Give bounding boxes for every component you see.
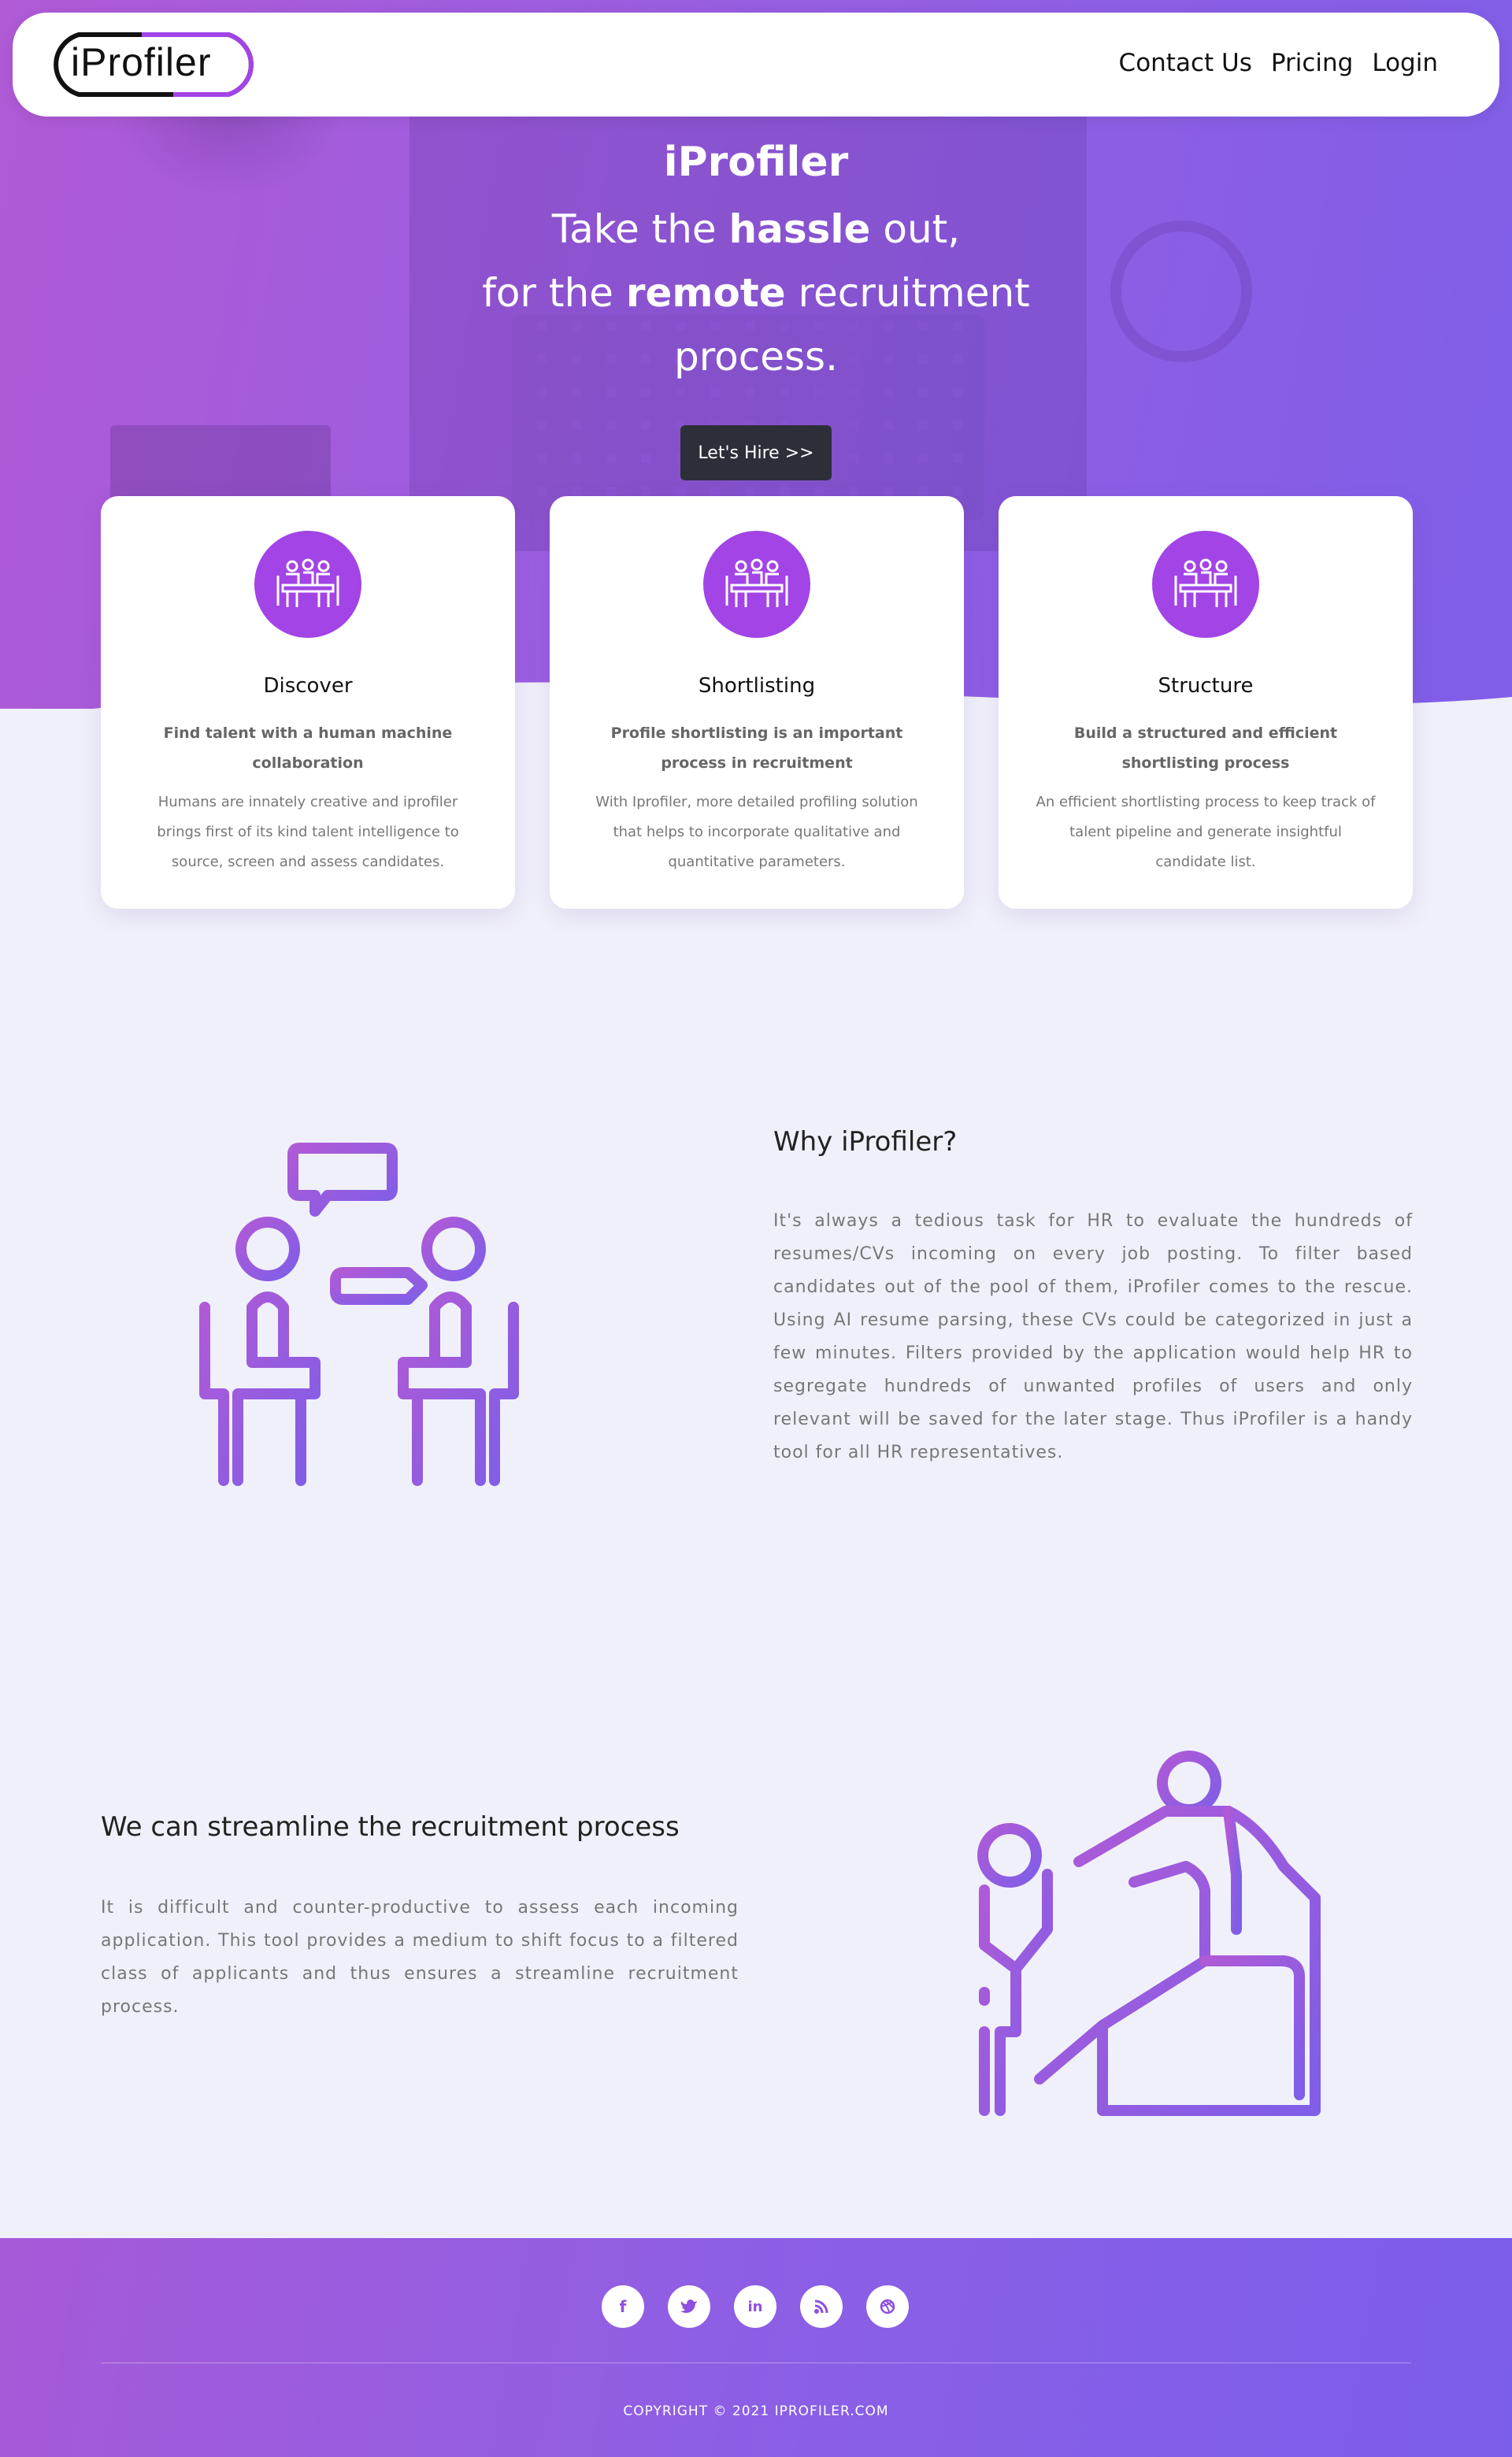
streamline-title: We can streamline the recruitment proces… xyxy=(101,1811,680,1843)
card-title: Discover xyxy=(263,674,353,698)
hero-tagline-1: Take the hassle out, xyxy=(551,206,961,252)
linkedin-icon[interactable]: in xyxy=(734,2285,776,2328)
nav-pricing-link[interactable]: Pricing xyxy=(1271,49,1354,77)
card-description: With Iprofiler, more detailed profiling … xyxy=(595,794,918,870)
footer: f in COPYRIGHT © 2021 IPROFILER.COM xyxy=(0,2238,1512,2457)
copyright-text: COPYRIGHT © 2021 IPROFILER.COM xyxy=(623,2403,889,2419)
nav-contact-link[interactable]: Contact Us xyxy=(1119,49,1252,77)
helping-climb-illustration-icon xyxy=(977,1751,1321,2116)
card-title: Shortlisting xyxy=(698,674,816,698)
hero-title: iProfiler xyxy=(663,139,849,186)
card-subtitle: Find talent with a human machine collabo… xyxy=(163,724,453,772)
footer-divider xyxy=(101,2362,1411,2363)
hero-tagline-3: process. xyxy=(673,334,839,380)
meeting-icon xyxy=(1152,531,1259,638)
dribbble-icon[interactable] xyxy=(866,2285,909,2328)
lets-hire-button[interactable]: Let's Hire >> xyxy=(680,425,832,480)
rss-icon[interactable] xyxy=(800,2285,843,2328)
card-subtitle: Build a structured and efficient shortli… xyxy=(1073,724,1338,772)
card-description: Humans are innately creative and iprofil… xyxy=(157,794,459,870)
why-title: Why iProfiler? xyxy=(773,1126,958,1158)
navbar: iProfiler Contact Us Pricing Login xyxy=(13,13,1499,117)
meeting-icon xyxy=(703,531,810,638)
facebook-icon[interactable]: f xyxy=(602,2285,644,2328)
card-title: Structure xyxy=(1158,674,1254,698)
card-subtitle: Profile shortlisting is an important pro… xyxy=(610,724,903,772)
nav-links: Contact Us Pricing Login xyxy=(1119,49,1438,77)
streamline-text: It is difficult and counter-productive t… xyxy=(101,1898,739,2017)
conversation-illustration-icon xyxy=(199,1143,519,1486)
social-links: f in xyxy=(602,2285,909,2328)
logo[interactable]: iProfiler xyxy=(32,28,268,101)
hero-tagline-2: for the remote recruitment xyxy=(482,270,1030,316)
card-description: An efficient shortlisting process to kee… xyxy=(1036,794,1376,870)
logo-text: iProfiler xyxy=(71,40,212,84)
card-shortlisting: Shortlisting Profile shortlisting is an … xyxy=(550,496,964,909)
meeting-icon xyxy=(254,531,361,638)
card-structure: Structure Build a structured and efficie… xyxy=(999,496,1413,909)
card-discover: Discover Find talent with a human machin… xyxy=(101,496,515,909)
nav-login-link[interactable]: Login xyxy=(1372,49,1438,77)
why-text: It's always a tedious task for HR to eva… xyxy=(773,1211,1413,1462)
twitter-icon[interactable] xyxy=(668,2285,710,2328)
